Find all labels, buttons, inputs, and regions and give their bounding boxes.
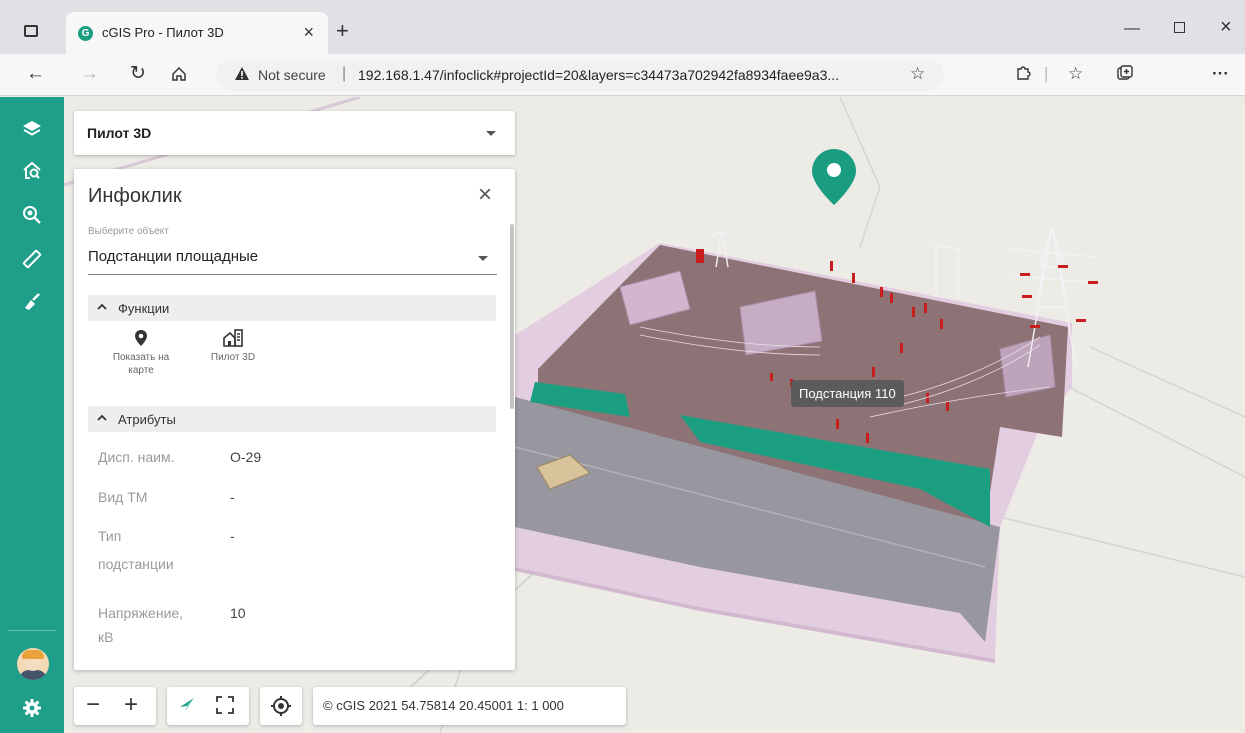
ruler-icon[interactable] <box>20 249 44 273</box>
eraser-brush-icon[interactable] <box>20 291 44 315</box>
more-menu-icon[interactable]: ··· <box>1212 64 1229 84</box>
show-on-map-label-1: Показать на <box>112 352 170 363</box>
zoom-search-icon[interactable] <box>20 205 44 229</box>
chevron-up-icon <box>97 411 107 425</box>
chevron-down-icon[interactable] <box>478 256 488 261</box>
object-select-label: Выберите объект <box>88 226 169 237</box>
pilot-3d-label: Пилот 3D <box>210 352 256 363</box>
pilot-3d-button[interactable]: Пилот 3D <box>198 329 268 364</box>
reload-icon[interactable]: ↻ <box>130 64 146 84</box>
window-close-icon[interactable]: × <box>1220 16 1232 39</box>
attributes-section-header[interactable]: Атрибуты <box>88 406 496 432</box>
add-favorite-icon[interactable]: ☆ <box>910 64 925 84</box>
select-underline <box>88 274 497 275</box>
fullscreen-icon[interactable] <box>215 695 235 720</box>
compass-icon[interactable] <box>177 695 197 720</box>
map-marker-icon <box>812 149 856 205</box>
attribute-value: - <box>230 528 235 544</box>
app-container: Пилот 3D Инфоклик × Выберите объект Подс… <box>0 97 1245 733</box>
tab-close-icon[interactable]: × <box>303 22 314 43</box>
sidebar-divider <box>8 630 56 631</box>
attribute-value: - <box>230 489 235 505</box>
favorites-icon[interactable]: ☆ <box>1068 64 1083 84</box>
show-on-map-button[interactable]: Показать на карте <box>96 329 186 377</box>
extensions-icon[interactable] <box>1014 64 1032 87</box>
security-label: Not secure <box>258 67 326 83</box>
browser-tab-bar: G cGIS Pro - Пилот 3D × + — × <box>0 0 1245 54</box>
url-text: 192.168.1.47/infoclick#projectId=20&laye… <box>358 67 840 83</box>
attribute-key-cont: кВ <box>98 629 114 645</box>
chevron-down-icon <box>486 131 496 136</box>
user-avatar[interactable] <box>17 648 49 680</box>
section-label: Атрибуты <box>118 412 176 427</box>
status-bar: © cGIS 2021 54.75814 20.45001 1: 1 000 <box>313 687 626 725</box>
location-pin-icon <box>135 330 147 346</box>
project-select[interactable]: Пилот 3D <box>74 111 515 155</box>
building-3d-icon <box>223 329 243 347</box>
coordinates-scale-status: © cGIS 2021 54.75814 20.45001 1: 1 000 <box>323 698 564 713</box>
new-tab-button[interactable]: + <box>336 20 349 42</box>
map-object-tooltip: Подстанция 110 <box>791 380 904 407</box>
close-icon[interactable]: × <box>478 183 492 207</box>
infoclick-panel: Инфоклик × Выберите объект Подстанции пл… <box>74 169 515 670</box>
show-on-map-label-2: карте <box>128 365 154 376</box>
attribute-key: Дисп. наим. <box>98 449 175 465</box>
browser-tab[interactable]: G cGIS Pro - Пилот 3D × <box>66 12 328 54</box>
back-icon[interactable]: ← <box>26 64 45 84</box>
address-bar: ← → ↻ Not secure | 192.168.1.47/infoclic… <box>0 54 1245 140</box>
maximize-icon[interactable] <box>1174 22 1185 33</box>
section-label: Функции <box>118 301 170 316</box>
zoom-controls: − + <box>74 687 156 725</box>
panel-title: Инфоклик <box>88 185 182 207</box>
url-field[interactable]: Not secure | 192.168.1.47/infoclick#proj… <box>216 59 944 91</box>
left-sidebar <box>0 97 64 733</box>
tab-actions-icon[interactable] <box>24 25 38 37</box>
attribute-value: О-29 <box>230 449 262 465</box>
forward-icon[interactable]: → <box>80 64 99 84</box>
functions-section-header[interactable]: Функции <box>88 295 496 321</box>
attribute-key: Вид ТМ <box>98 489 148 505</box>
attribute-value: 10 <box>230 605 246 621</box>
attribute-key: Тип <box>98 528 122 544</box>
warning-icon <box>234 66 250 85</box>
tab-title: cGIS Pro - Пилот 3D <box>102 25 224 40</box>
chevron-up-icon <box>97 300 107 314</box>
attribute-key-cont: подстанции <box>98 556 174 572</box>
minimize-icon[interactable]: — <box>1124 20 1140 38</box>
locate-control <box>260 687 302 725</box>
favicon-icon: G <box>78 26 93 41</box>
panel-scrollbar-thumb[interactable] <box>510 224 514 409</box>
home-search-icon[interactable] <box>20 161 44 185</box>
project-name: Пилот 3D <box>87 125 152 141</box>
attribute-key: Напряжение, <box>98 605 184 621</box>
object-select[interactable]: Подстанции площадные <box>88 248 258 265</box>
collections-icon[interactable] <box>1116 64 1134 87</box>
zoom-in-button[interactable]: + <box>124 693 138 717</box>
url-divider: | <box>342 65 347 82</box>
home-icon[interactable] <box>170 65 188 88</box>
layers-icon[interactable] <box>20 119 44 143</box>
zoom-out-button[interactable]: − <box>86 693 100 717</box>
settings-gear-icon[interactable] <box>20 698 44 722</box>
my-location-icon[interactable] <box>270 695 292 722</box>
view-controls <box>167 687 249 725</box>
toolbar-divider: | <box>1044 64 1049 83</box>
